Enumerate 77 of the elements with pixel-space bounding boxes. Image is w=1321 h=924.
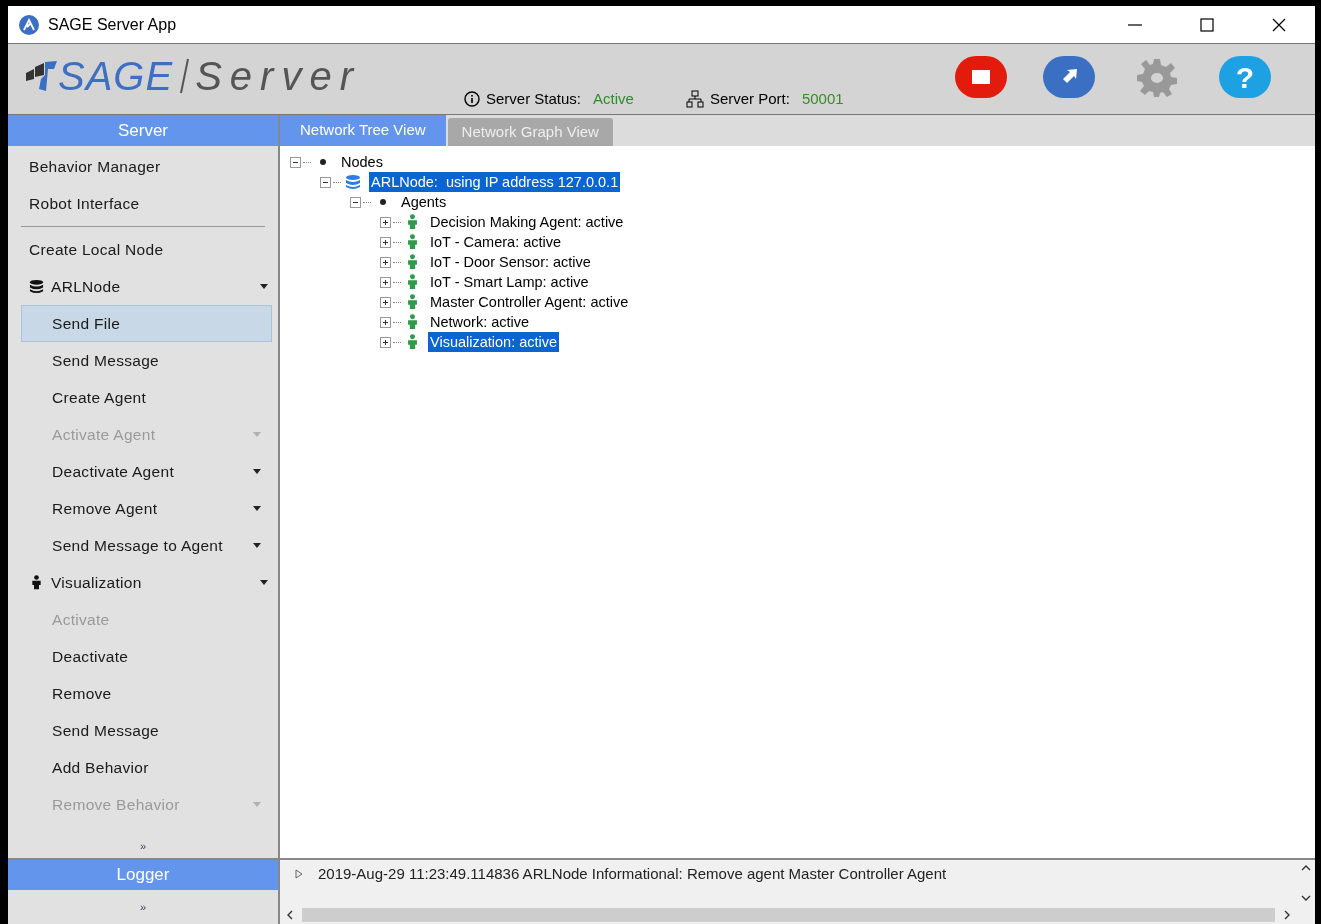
expand-icon[interactable]: [380, 276, 391, 288]
tree-item[interactable]: Network: active: [428, 312, 532, 332]
person-icon: [406, 274, 419, 290]
expand-icon[interactable]: [380, 256, 391, 268]
menu-item[interactable]: Behavior Manager: [8, 148, 278, 185]
menu-item[interactable]: Remove: [21, 675, 272, 712]
status-value: Active: [593, 88, 634, 109]
collapse-icon[interactable]: [350, 196, 361, 208]
scroll-up-icon[interactable]: [1301, 864, 1311, 872]
caret-icon: [260, 284, 268, 289]
panel-header: Logger: [8, 860, 278, 890]
tree-item[interactable]: IoT - Smart Lamp: active: [428, 272, 591, 292]
logo-product: Server: [195, 56, 361, 96]
tree-item[interactable]: Visualization: active: [428, 332, 560, 352]
person-icon: [406, 254, 419, 270]
expand-icon[interactable]: [380, 316, 391, 328]
person-icon: [406, 334, 419, 350]
person-icon: [406, 214, 419, 230]
expand-icon[interactable]: [380, 236, 391, 248]
tree-item[interactable]: Nodes: [339, 152, 385, 172]
port-label: Server Port:: [709, 88, 790, 109]
tree-item[interactable]: IoT - Camera: active: [428, 232, 564, 252]
expand-icon[interactable]: [380, 296, 391, 308]
person-icon: [406, 234, 419, 250]
scroll-down-icon[interactable]: [1301, 894, 1311, 902]
menu-item[interactable]: Remove Agent: [21, 490, 272, 527]
collapse-icon[interactable]: [290, 156, 301, 168]
port-value: 50001: [801, 88, 844, 109]
stop-button[interactable]: [955, 56, 1007, 98]
expand-button[interactable]: »: [139, 898, 147, 916]
menu-item[interactable]: Deactivate: [21, 638, 272, 675]
database-icon: [345, 174, 361, 190]
info-icon: [464, 90, 480, 107]
maximize-icon: [1200, 17, 1214, 32]
scroll-left-icon[interactable]: [286, 910, 294, 920]
tree-item[interactable]: IoT - Door Sensor: active: [428, 252, 593, 272]
menu-item[interactable]: Create Local Node: [8, 231, 278, 268]
expand-icon[interactable]: [380, 216, 391, 228]
scroll-right-icon[interactable]: [1283, 910, 1291, 920]
expand-button[interactable]: »: [8, 836, 278, 856]
export-button[interactable]: [1043, 56, 1095, 98]
person-icon: [29, 575, 44, 590]
menu-item[interactable]: Robot Interface: [8, 185, 278, 222]
logo-divider-icon: [177, 57, 192, 95]
collapse-icon[interactable]: [320, 176, 331, 188]
database-icon: [29, 279, 44, 294]
window-title: SAGE Server App: [48, 14, 177, 35]
menu-item[interactable]: Create Agent: [21, 379, 272, 416]
person-icon: [406, 294, 419, 310]
app-logo-icon: [18, 13, 40, 36]
menu-group[interactable]: ARLNode: [8, 268, 278, 305]
tree-item[interactable]: Master Controller Agent: active: [428, 292, 631, 312]
tree-item[interactable]: ARLNode: using IP address 127.0.0.1: [369, 172, 621, 192]
menu-group[interactable]: Visualization: [8, 564, 278, 601]
logo-mark-icon: [24, 59, 58, 93]
menu-item[interactable]: Send Message: [21, 342, 272, 379]
logo-brand: SAGE: [58, 56, 174, 96]
person-icon: [406, 314, 419, 330]
minimize-icon: [1128, 23, 1142, 26]
menu-item[interactable]: Deactivate Agent: [21, 453, 272, 490]
menu-item[interactable]: Send Message to Agent: [21, 527, 272, 564]
network-icon: [685, 89, 704, 108]
tree-item[interactable]: Agents: [399, 192, 449, 212]
log-entry: 2019-Aug-29 11:23:49.114836 ARLNode Informational: Remove agent Master Controller Agent: [318, 863, 947, 884]
dot-icon: [318, 157, 328, 167]
panel-header: Server: [8, 115, 278, 146]
status-label: Server Status:: [486, 88, 582, 109]
expand-icon[interactable]: [380, 336, 391, 348]
tree-item[interactable]: Decision Making Agent: active: [428, 212, 626, 232]
stop-icon: [971, 69, 991, 85]
dot-icon: [378, 197, 388, 207]
menu-item[interactable]: Send Message: [21, 712, 272, 749]
menu-item[interactable]: Add Behavior: [21, 749, 272, 786]
menu-item[interactable]: Send File: [21, 305, 272, 342]
close-icon: [1272, 17, 1286, 32]
scrollbar-thumb[interactable]: [302, 908, 1275, 922]
caret-icon: [260, 580, 268, 585]
